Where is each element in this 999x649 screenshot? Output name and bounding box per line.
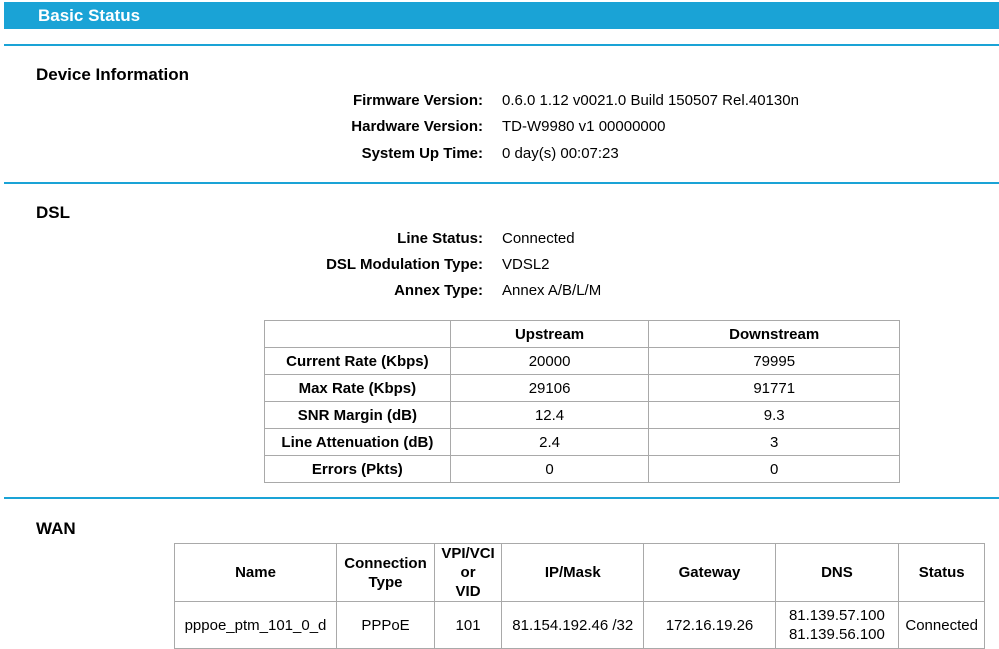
divider bbox=[4, 44, 999, 46]
page-title: Basic Status bbox=[38, 6, 141, 25]
wan-table: Name Connection Type VPI/VCI or VID IP/M… bbox=[174, 543, 985, 649]
wan-vid: 101 bbox=[434, 601, 503, 649]
table-header-row: Upstream Downstream bbox=[264, 320, 900, 348]
upstream-value: 0 bbox=[449, 455, 650, 483]
divider bbox=[4, 182, 999, 184]
header-gateway: Gateway bbox=[643, 543, 776, 602]
header-dns: DNS bbox=[774, 543, 900, 602]
line-status-value: Connected bbox=[502, 230, 575, 247]
dsl-modulation-label: DSL Modulation Type: bbox=[326, 256, 483, 273]
wan-dns-primary: 81.139.57.100 bbox=[788, 607, 885, 624]
downstream-value: 0 bbox=[648, 455, 900, 483]
upstream-value: 2.4 bbox=[449, 428, 650, 456]
upstream-value: 29106 bbox=[449, 374, 650, 402]
dsl-title: DSL bbox=[36, 203, 70, 222]
downstream-value: 79995 bbox=[648, 347, 900, 375]
table-header-row: Name Connection Type VPI/VCI or VID IP/M… bbox=[174, 543, 985, 602]
header-vpi-vci-line1: VPI/VCI or bbox=[441, 545, 495, 581]
annex-type-label: Annex Type: bbox=[394, 282, 483, 299]
header-vpi-vci-line2: VID bbox=[455, 583, 481, 600]
wan-gateway: 172.16.19.26 bbox=[643, 601, 776, 649]
row-label: SNR Margin (dB) bbox=[264, 401, 451, 429]
table-row: SNR Margin (dB) 12.4 9.3 bbox=[264, 401, 900, 429]
downstream-value: 3 bbox=[648, 428, 900, 456]
table-header-upstream: Upstream bbox=[449, 320, 650, 348]
upstream-value: 12.4 bbox=[449, 401, 650, 429]
upstream-value: 20000 bbox=[449, 347, 650, 375]
table-row: Errors (Pkts) 0 0 bbox=[264, 455, 900, 483]
header-connection-type: Connection Type bbox=[335, 543, 436, 602]
wan-connection-type: PPPoE bbox=[335, 601, 436, 649]
header-connection-type-line1: Connection bbox=[344, 554, 427, 572]
header-vpi-vci: VPI/VCI or VID bbox=[434, 543, 503, 602]
dsl-modulation-value: VDSL2 bbox=[502, 256, 550, 273]
line-status-label: Line Status: bbox=[397, 230, 483, 247]
table-row: Line Attenuation (dB) 2.4 3 bbox=[264, 428, 900, 456]
header-name: Name bbox=[174, 543, 337, 602]
wan-status: Connected bbox=[898, 601, 985, 649]
device-info-title: Device Information bbox=[36, 65, 190, 84]
system-uptime-value: 0 day(s) 00:07:23 bbox=[502, 145, 619, 162]
annex-type-value: Annex A/B/L/M bbox=[502, 282, 602, 299]
header-status: Status bbox=[898, 543, 985, 602]
table-row: pppoe_ptm_101_0_d PPPoE 101 81.154.192.4… bbox=[174, 601, 985, 649]
downstream-value: 91771 bbox=[648, 374, 900, 402]
dsl-stats-table: Upstream Downstream Current Rate (Kbps) … bbox=[264, 320, 900, 483]
row-label: Errors (Pkts) bbox=[264, 455, 451, 483]
table-row: Max Rate (Kbps) 29106 91771 bbox=[264, 374, 900, 402]
table-header-downstream: Downstream bbox=[648, 320, 900, 348]
firmware-version-label: Firmware Version: bbox=[352, 92, 483, 109]
header-ip-mask: IP/Mask bbox=[501, 543, 645, 602]
row-label: Current Rate (Kbps) bbox=[264, 347, 451, 375]
row-label: Line Attenuation (dB) bbox=[264, 428, 451, 456]
header-connection-type-line2: Type bbox=[368, 573, 403, 591]
divider bbox=[4, 497, 999, 499]
wan-ip-mask: 81.154.192.46 /32 bbox=[501, 601, 645, 649]
wan-name: pppoe_ptm_101_0_d bbox=[174, 601, 337, 649]
wan-dns: 81.139.57.100 81.139.56.100 bbox=[774, 601, 900, 649]
wan-dns-secondary: 81.139.56.100 bbox=[788, 626, 885, 643]
wan-title: WAN bbox=[36, 519, 76, 538]
hardware-version-label: Hardware Version: bbox=[351, 118, 483, 135]
page-title-bar: Basic Status bbox=[4, 2, 999, 29]
row-label: Max Rate (Kbps) bbox=[264, 374, 451, 402]
table-row: Current Rate (Kbps) 20000 79995 bbox=[264, 347, 900, 375]
firmware-version-value: 0.6.0 1.12 v0021.0 Build 150507 Rel.4013… bbox=[502, 92, 799, 109]
hardware-version-value: TD-W9980 v1 00000000 bbox=[502, 118, 666, 135]
downstream-value: 9.3 bbox=[648, 401, 900, 429]
table-header-empty bbox=[264, 320, 451, 348]
system-uptime-label: System Up Time: bbox=[361, 145, 483, 162]
